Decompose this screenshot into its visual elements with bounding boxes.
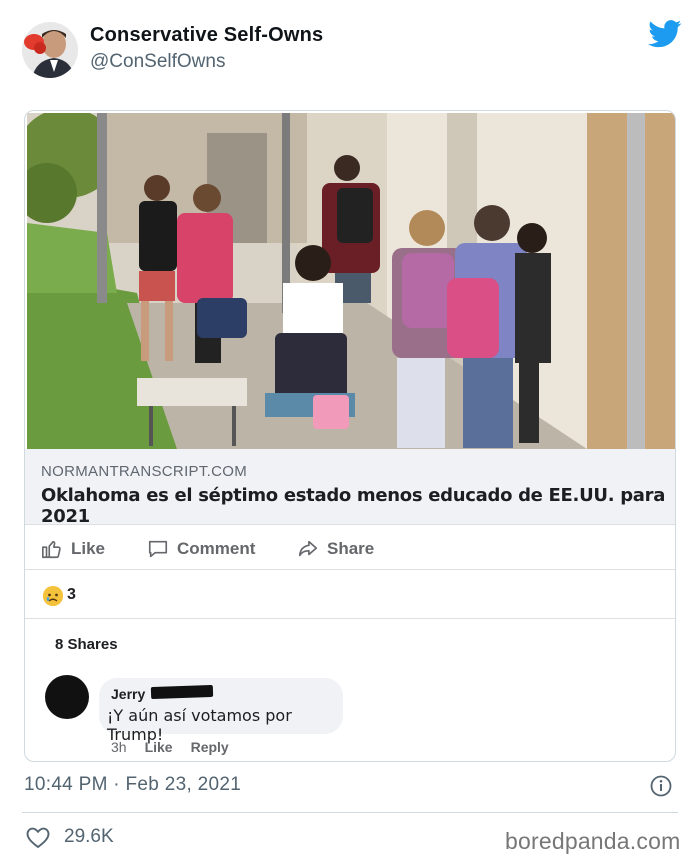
article-photo	[27, 113, 675, 449]
info-icon[interactable]	[650, 775, 672, 797]
comment-meta: 3h Like Reply	[111, 739, 229, 755]
share-button[interactable]: Share	[297, 536, 374, 562]
like-button[interactable]: Like	[41, 536, 105, 562]
comment-author[interactable]: Jerry	[111, 686, 145, 702]
twitter-bird-icon[interactable]	[648, 20, 682, 48]
author-handle[interactable]: @ConSelfOwns	[90, 51, 225, 73]
post-actions: Like Comment Share	[25, 526, 675, 570]
comment-icon	[148, 540, 168, 558]
comment-time: 3h	[111, 739, 127, 755]
comment-label: Comment	[177, 539, 256, 558]
thumbs-up-icon	[42, 540, 61, 559]
redaction-bar	[150, 684, 214, 700]
tweet-header: Conservative Self-Owns @ConSelfOwns	[22, 20, 682, 80]
link-preview[interactable]: NORMANTRANSCRIPT.COM Oklahoma es el sépt…	[25, 449, 675, 527]
author-name[interactable]: Conservative Self-Owns	[90, 24, 323, 47]
shares-count[interactable]: 8 Shares	[55, 636, 118, 653]
boredpanda-watermark: boredpanda.com	[505, 828, 681, 854]
heart-icon[interactable]	[26, 827, 50, 849]
reactions-bar[interactable]: 3	[25, 571, 675, 619]
commenter-avatar[interactable]	[45, 675, 89, 719]
author-avatar[interactable]	[22, 22, 78, 78]
comment-reply-link[interactable]: Reply	[191, 739, 229, 755]
sad-face-icon	[43, 586, 63, 606]
link-domain: NORMANTRANSCRIPT.COM	[41, 463, 248, 480]
comment-button[interactable]: Comment	[147, 536, 255, 562]
share-icon	[298, 540, 318, 557]
comment-bubble: Jerry ¡Y aún así votamos por Trump!	[99, 678, 343, 744]
facebook-post-screenshot[interactable]: NORMANTRANSCRIPT.COM Oklahoma es el sépt…	[24, 110, 676, 762]
tweet-timestamp[interactable]: 10:44 PM · Feb 23, 2021	[24, 774, 241, 796]
tweet-like-count: 29.6K	[64, 826, 114, 847]
footer-divider	[22, 812, 678, 813]
comment-like-link[interactable]: Like	[145, 739, 173, 755]
share-label: Share	[327, 539, 375, 558]
link-title[interactable]: Oklahoma es el séptimo estado menos educ…	[41, 485, 675, 527]
like-label: Like	[71, 539, 106, 558]
reaction-count: 3	[67, 586, 76, 603]
